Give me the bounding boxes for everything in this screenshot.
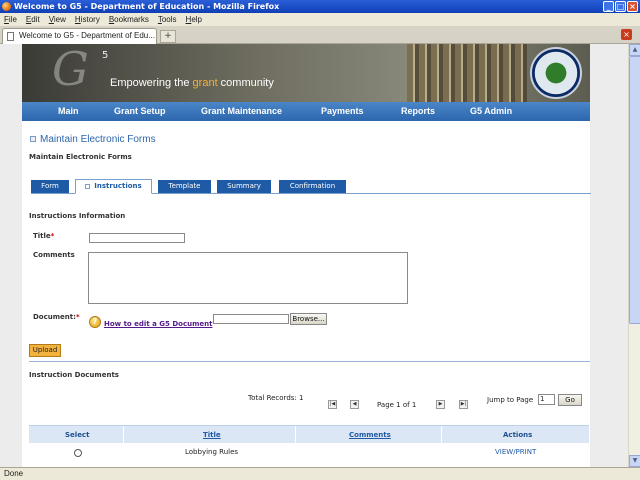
upload-button[interactable]: Upload <box>29 344 61 357</box>
nav-main[interactable]: Main <box>58 106 79 116</box>
main-nav: Main Grant Setup Grant Maintenance Payme… <box>22 102 590 121</box>
scroll-down-icon[interactable]: ▼ <box>629 455 640 467</box>
document-label-text: Document: <box>33 313 76 321</box>
tagline-accent: grant <box>192 77 218 89</box>
g5-logo: G <box>52 44 89 96</box>
close-icon[interactable]: × <box>627 1 638 12</box>
page-title-text: Maintain Electronic Forms <box>40 134 156 145</box>
nav-payments[interactable]: Payments <box>321 106 364 116</box>
title-input[interactable] <box>89 233 185 243</box>
page-content: G 5 Empowering the grant community Main … <box>22 44 591 467</box>
collapse-icon[interactable] <box>30 136 36 143</box>
window-controls: _ □ × <box>603 1 638 12</box>
help-icon[interactable]: ? <box>89 316 101 328</box>
comments-textarea[interactable] <box>88 252 408 304</box>
tab-icon <box>85 183 91 189</box>
nav-grant-maintenance[interactable]: Grant Maintenance <box>201 106 282 116</box>
col-divider <box>441 426 442 444</box>
col-actions: Actions <box>503 431 533 439</box>
page-title: Maintain Electronic Forms <box>30 134 156 145</box>
form-tabs: Form Instructions Template Summary Confi… <box>31 179 591 194</box>
prev-page-icon[interactable]: ◀ <box>350 400 359 409</box>
next-page-icon[interactable]: ▶ <box>436 400 445 409</box>
menu-tools[interactable]: Tools <box>158 15 177 24</box>
col-select: Select <box>65 431 90 439</box>
close-tab-icon[interactable]: × <box>621 29 632 40</box>
browser-tab[interactable]: Welcome to G5 - Department of Edu... <box>2 28 157 44</box>
col-divider <box>123 426 124 444</box>
page-viewport: G 5 Empowering the grant community Main … <box>0 44 628 467</box>
vertical-scrollbar[interactable]: ▲ ▼ <box>628 44 640 467</box>
menu-bookmarks[interactable]: Bookmarks <box>109 15 149 24</box>
nav-grant-setup[interactable]: Grant Setup <box>114 106 166 116</box>
firefox-icon <box>2 2 11 11</box>
title-label: Title* <box>33 232 54 240</box>
col-comments[interactable]: Comments <box>349 431 391 439</box>
documents-table-header: Select Title Comments Actions <box>29 425 589 444</box>
menu-edit[interactable]: Edit <box>26 15 40 24</box>
table-row: Lobbying Rules VIEW/PRINT <box>29 444 589 460</box>
menu-view[interactable]: View <box>49 15 66 24</box>
last-page-icon[interactable]: ▶| <box>459 400 468 409</box>
browser-tab-label: Welcome to G5 - Department of Edu... <box>19 31 155 40</box>
row-title: Lobbying Rules <box>185 448 239 456</box>
nav-reports[interactable]: Reports <box>401 106 435 116</box>
col-title[interactable]: Title <box>203 431 221 439</box>
first-page-icon[interactable]: |◀ <box>328 400 337 409</box>
menu-bar: File Edit View History Bookmarks Tools H… <box>0 13 640 26</box>
menu-history[interactable]: History <box>75 15 100 24</box>
row-select-radio[interactable] <box>74 449 82 457</box>
tab-summary[interactable]: Summary <box>217 180 271 193</box>
g5-logo-superscript: 5 <box>102 50 109 61</box>
tagline-text-end: community <box>217 77 274 89</box>
menu-file[interactable]: File <box>4 15 17 24</box>
row-view-print-link[interactable]: VIEW/PRINT <box>495 448 536 456</box>
document-file-input[interactable] <box>213 314 289 324</box>
status-bar: Done <box>0 467 640 480</box>
menu-help[interactable]: Help <box>186 15 202 24</box>
window-title: Welcome to G5 - Department of Education … <box>14 2 280 11</box>
col-divider <box>295 426 296 444</box>
department-seal-icon <box>530 47 582 99</box>
edit-document-help-link[interactable]: How to edit a G5 Document <box>104 320 212 328</box>
document-label: Document:* <box>33 313 80 321</box>
scrollbar-thumb[interactable] <box>629 56 640 324</box>
window-title-bar: Welcome to G5 - Department of Education … <box>0 0 640 13</box>
page-info: Page 1 of 1 <box>377 401 417 409</box>
g5-banner: G 5 Empowering the grant community <box>22 44 590 102</box>
instructions-info-title: Instructions Information <box>29 212 126 220</box>
nav-g5-admin[interactable]: G5 Admin <box>470 106 512 116</box>
tagline-text: Empowering the <box>110 77 193 89</box>
divider <box>29 361 590 362</box>
minimize-icon[interactable]: _ <box>603 1 614 12</box>
tab-template[interactable]: Template <box>158 180 211 193</box>
tab-instructions-label: Instructions <box>94 182 142 190</box>
tab-instructions[interactable]: Instructions <box>75 179 152 194</box>
jump-to-page-input[interactable]: 1 <box>538 394 555 405</box>
instruction-documents-title: Instruction Documents <box>29 371 119 379</box>
jump-to-page-label: Jump to Page <box>487 396 534 404</box>
title-label-text: Title <box>33 232 51 240</box>
comments-label: Comments <box>33 251 75 259</box>
new-tab-button[interactable]: + <box>160 30 176 43</box>
page-subtitle: Maintain Electronic Forms <box>29 153 132 161</box>
browser-tab-bar: Welcome to G5 - Department of Edu... + × <box>0 26 640 44</box>
page-icon <box>7 32 14 41</box>
scroll-up-icon[interactable]: ▲ <box>629 44 640 56</box>
browse-button[interactable]: Browse... <box>290 313 327 325</box>
library-shelves-image <box>407 44 527 102</box>
tab-form[interactable]: Form <box>31 180 69 193</box>
maximize-icon[interactable]: □ <box>615 1 626 12</box>
tab-confirmation[interactable]: Confirmation <box>279 180 346 193</box>
total-records: Total Records: 1 <box>248 394 304 402</box>
go-button[interactable]: Go <box>558 394 582 406</box>
required-mark-document: * <box>75 313 80 321</box>
required-mark: * <box>50 232 55 240</box>
banner-tagline: Empowering the grant community <box>110 77 274 89</box>
